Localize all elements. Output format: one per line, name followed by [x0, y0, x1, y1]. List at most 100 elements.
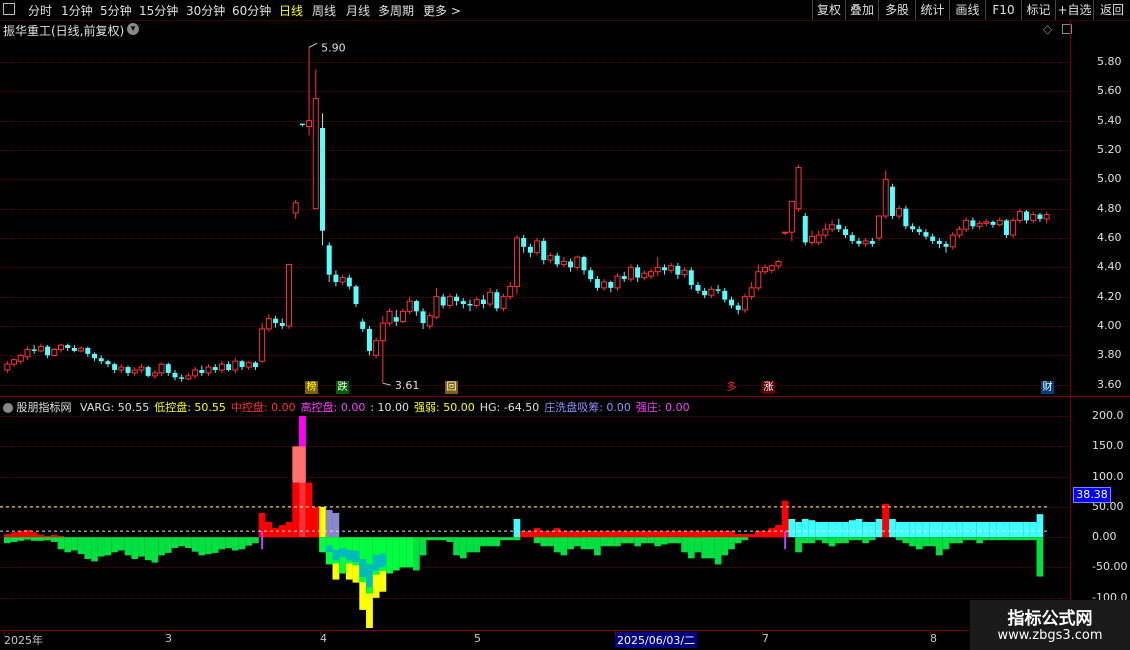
- indicator-bar-neg: [862, 537, 869, 544]
- candle-body: [507, 285, 514, 298]
- candle-body: [849, 235, 855, 241]
- event-tag[interactable]: 跌: [336, 381, 349, 394]
- toolbar-button-8[interactable]: 返回: [1093, 0, 1130, 20]
- indicator-bar-neg: [24, 537, 31, 540]
- indicator-bar-pos: [305, 482, 313, 538]
- indicator-bar-neg: [513, 537, 521, 541]
- candle-body: [31, 349, 37, 351]
- indicator-bar-pos: [614, 531, 621, 538]
- event-tag[interactable]: 财: [1041, 381, 1054, 394]
- candle-body: [1016, 211, 1023, 221]
- indicator-bar-pos: [37, 534, 45, 538]
- indicator-bar-neg: [929, 537, 937, 547]
- candle-body: [138, 366, 145, 371]
- candle-body: [494, 292, 500, 309]
- indicator-bar-pos: [768, 528, 776, 538]
- indicator-bar-neg: [171, 537, 179, 549]
- indicator-bar-neg: [734, 537, 742, 544]
- candle-body: [956, 228, 963, 236]
- event-tag[interactable]: 回: [445, 381, 458, 394]
- indicator-bar-pos: [949, 522, 957, 538]
- indicator-bar-peak: [299, 416, 306, 447]
- indicator-bar-neg: [10, 537, 18, 543]
- indicator-bar-pos: [573, 531, 581, 538]
- indicator-bar-pos: [694, 531, 702, 538]
- candle-body: [172, 372, 178, 378]
- indicator-bar-neg: [681, 537, 688, 553]
- indicator-bar-neg: [231, 537, 239, 551]
- indicator-bar-neg: [178, 537, 186, 547]
- indicator-bar-neg: [627, 537, 635, 544]
- date-axis-label: 5: [474, 632, 481, 645]
- indicator-menu-icon[interactable]: [3, 403, 13, 413]
- indicator-bar-neg: [1003, 537, 1010, 541]
- candle-body: [165, 364, 171, 373]
- candle-body: [990, 221, 996, 225]
- price-axis-label: 4.40: [1097, 260, 1122, 274]
- candle-body: [996, 219, 1003, 226]
- candle-body: [755, 271, 762, 289]
- price-axis-label: 5.60: [1097, 84, 1122, 98]
- candle-body: [17, 354, 24, 362]
- candle-body: [24, 348, 31, 358]
- indicator-bar-neg: [104, 537, 112, 556]
- candle-body: [333, 274, 339, 282]
- indicator-bar-neg: [640, 537, 648, 544]
- indicator-bar-teal: [372, 555, 380, 571]
- candle-body: [862, 240, 869, 245]
- indicator-bar-pos: [788, 519, 796, 538]
- indicator-bar-pos: [936, 522, 943, 538]
- event-tag[interactable]: 涨: [762, 381, 775, 394]
- axis-separator: [1070, 20, 1071, 630]
- candle-body: [151, 372, 158, 377]
- indicator-bar-pos: [734, 534, 742, 538]
- candle-body: [65, 345, 71, 348]
- indicator-bar-neg: [84, 537, 92, 559]
- indicator-axis-label: 100.0: [1092, 469, 1124, 483]
- indicator-bar-pos: [620, 531, 628, 538]
- indicator-bar-pos: [822, 522, 829, 538]
- indicator-bar-neg: [238, 537, 246, 550]
- indicator-bar-pos: [687, 531, 695, 538]
- candle-body: [856, 240, 862, 244]
- indicator-bar-neg: [976, 537, 983, 544]
- indicator-bar-neg: [4, 537, 11, 544]
- price-chart[interactable]: 5.90 3.61: [0, 0, 1070, 630]
- candle-body: [722, 290, 728, 300]
- candle-body: [1043, 214, 1050, 220]
- indicator-bar-pos: [708, 531, 715, 538]
- candle-body: [279, 323, 285, 326]
- indicator-bar-pos: [661, 531, 668, 538]
- indicator-bar-pos: [332, 512, 340, 538]
- candle-body: [541, 240, 547, 260]
- candle-body: [185, 375, 192, 380]
- indicator-bar-pos: [634, 531, 641, 538]
- date-axis-label: 7: [762, 632, 769, 645]
- candle-body: [762, 266, 769, 273]
- candle-body: [654, 266, 661, 273]
- indicator-bar-neg: [547, 537, 554, 547]
- indicator-bar-neg: [111, 537, 118, 553]
- indicator-bar-pos: [842, 522, 849, 538]
- candle-body: [829, 224, 836, 230]
- indicator-bar-neg: [815, 537, 823, 541]
- indicator-bar-pos: [815, 522, 823, 538]
- candle-body: [467, 304, 473, 306]
- indicator-bar-neg: [721, 537, 729, 556]
- candle-body: [360, 321, 366, 329]
- indicator-bar-neg: [580, 537, 588, 550]
- indicator-bar-pos: [754, 531, 762, 538]
- candle-body: [433, 296, 440, 318]
- indicator-bar-pos: [989, 522, 997, 538]
- date-tick: [615, 630, 616, 636]
- indicator-bar-neg: [701, 537, 709, 559]
- event-tag[interactable]: 多: [725, 381, 738, 394]
- candle-body: [741, 296, 748, 311]
- indicator-bar-neg: [728, 537, 735, 550]
- indicator-bar-neg: [922, 537, 930, 547]
- indicator-bar-neg: [413, 537, 420, 571]
- event-tag[interactable]: 榜: [305, 381, 318, 394]
- indicator-bar-neg: [211, 537, 219, 553]
- candle-body: [299, 123, 305, 126]
- price-axis-label: 4.20: [1097, 289, 1122, 303]
